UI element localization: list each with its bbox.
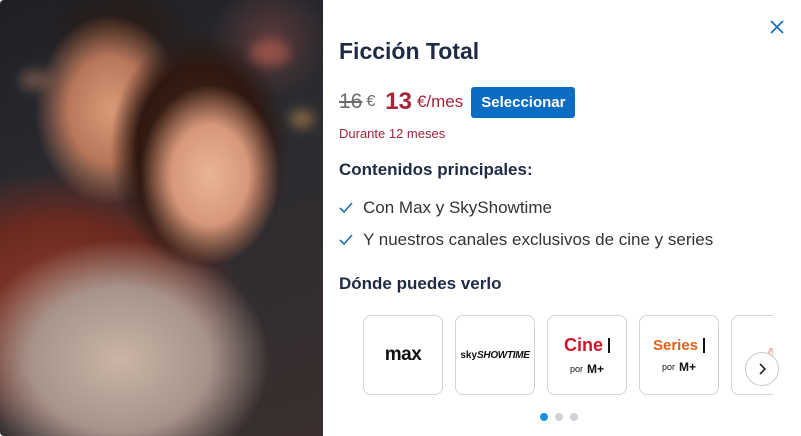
chevron-right-icon [759,363,767,375]
channel-card-max[interactable]: max [363,315,443,395]
movistar-plus-logo: por M+ [569,361,605,376]
promo-duration: Durante 12 meses [339,126,446,141]
channel-card-series[interactable]: Series por M+ [639,315,719,395]
close-icon [770,20,784,34]
feature-item: Con Max y SkyShowtime [339,192,713,224]
channel-carousel: max skySHOWTIME Cine por M+ Series por M+ … [363,315,773,397]
select-button[interactable]: Seleccionar [471,86,576,118]
max-logo: max [384,344,422,365]
series-logo: Series [653,337,706,354]
cine-logo: Cine [564,335,610,356]
movistar-plus-logo: por M+ [661,359,697,374]
pagination-dot[interactable] [540,413,548,421]
skyshowtime-logo: skySHOWTIME [460,349,530,361]
old-price: 16 [339,90,363,113]
where-heading: Dónde puedes verlo [339,274,502,293]
contents-heading: Contenidos principales: [339,160,533,179]
feature-label: Con Max y SkyShowtime [363,198,552,217]
price-row: 16 € 13 €/mes Seleccionar [339,86,576,118]
feature-list: Con Max y SkyShowtime Y nuestros canales… [339,192,713,256]
carousel-next-button[interactable] [745,352,779,386]
old-price-currency: € [366,93,376,110]
plan-title: Ficción Total [339,38,480,64]
close-button[interactable] [764,14,790,40]
channel-card-cine[interactable]: Cine por M+ [547,315,627,395]
feature-label: Y nuestros canales exclusivos de cine y … [363,230,714,249]
pagination-dot[interactable] [555,413,563,421]
feature-item: Y nuestros canales exclusivos de cine y … [339,224,713,256]
check-icon [339,202,355,214]
new-price-unit: €/mes [416,92,464,111]
plan-dialog: Ficción Total 16 € 13 €/mes Seleccionar … [0,0,801,436]
new-price: 13 [385,88,412,115]
hero-image [0,0,323,436]
channel-card-skyshowtime[interactable]: skySHOWTIME [455,315,535,395]
carousel-pagination [540,413,578,421]
check-icon [339,234,355,246]
pagination-dot[interactable] [570,413,578,421]
